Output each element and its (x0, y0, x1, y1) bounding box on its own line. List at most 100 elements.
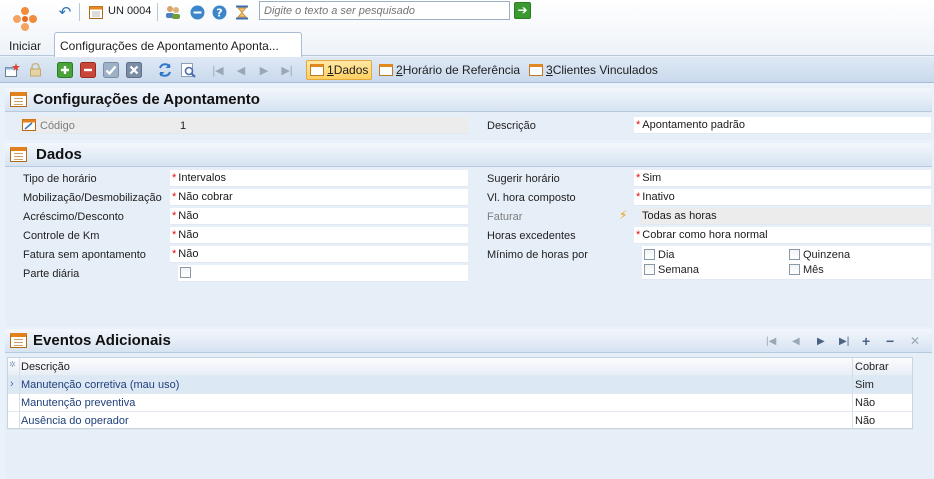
cell-descricao[interactable]: Ausência do operador (21, 415, 129, 427)
column-separator (19, 376, 20, 394)
cell-descricao[interactable]: Manutenção corretiva (mau uso) (21, 379, 179, 391)
document-tab[interactable]: Configurações de Apontamento Aponta... (54, 32, 302, 57)
cancel-icon[interactable] (125, 61, 143, 79)
semana-checkbox[interactable] (644, 264, 655, 275)
grid-last-icon[interactable]: ▶| (839, 336, 849, 347)
grid-remove-icon[interactable]: − (886, 333, 894, 349)
acrescimo-field[interactable]: * Não (170, 208, 468, 225)
descricao-field[interactable]: * Apontamento padrão (634, 117, 931, 134)
quinzena-checkbox[interactable] (789, 249, 800, 260)
edit-grid-icon (22, 119, 36, 131)
horas-excedentes-field[interactable]: * Cobrar como hora normal (634, 227, 931, 244)
remove-icon[interactable] (79, 61, 97, 79)
column-separator (19, 412, 20, 430)
controle-km-label: Controle de Km (23, 230, 100, 242)
faturar-field: Todas as horas (640, 208, 931, 225)
vl-hora-composto-value: Inativo (642, 191, 675, 203)
dia-checkbox[interactable] (644, 249, 655, 260)
column-cobrar[interactable]: Cobrar (855, 361, 889, 373)
cell-cobrar[interactable]: Sim (855, 379, 874, 391)
mobilizacao-value: Não cobrar (178, 191, 233, 203)
grid-cancel-icon[interactable]: ✕ (910, 334, 920, 348)
tipo-horario-label: Tipo de horário (23, 173, 97, 185)
option-label: Dia (658, 249, 675, 261)
last-record-icon[interactable]: ▶| (278, 61, 296, 79)
required-mark: * (636, 119, 641, 131)
table-icon (10, 92, 27, 107)
option-semana[interactable]: Semana (644, 264, 699, 276)
tab-horario-referencia[interactable]: 2 Horário de Referência (376, 60, 523, 80)
minimo-horas-label: Mínimo de horas por (487, 249, 588, 261)
confirm-icon[interactable] (102, 61, 120, 79)
fatura-sem-apontamento-value: Não (178, 248, 199, 260)
tab-label: Horário de Referência (402, 63, 521, 77)
grid-previous-icon[interactable]: ◀ (792, 336, 800, 347)
section-header-configuracoes: Configurações de Apontamento (5, 88, 932, 112)
refresh-icon[interactable] (156, 61, 174, 79)
codigo-label: Código (40, 120, 75, 132)
horas-excedentes-value: Cobrar como hora normal (642, 229, 768, 241)
calendar-icon[interactable] (86, 2, 106, 22)
table-row[interactable]: Ausência do operador Não (8, 412, 912, 430)
option-mes[interactable]: Mês (789, 264, 824, 276)
grid-add-icon[interactable]: + (862, 333, 870, 349)
acrescimo-value: Não (178, 210, 199, 222)
undo-icon[interactable]: ↶ (55, 2, 75, 22)
minimize-window-icon[interactable] (187, 2, 207, 22)
search-input[interactable] (259, 1, 510, 20)
table-icon (310, 64, 324, 76)
table-icon (10, 333, 27, 348)
faturar-value: Todas as horas (642, 210, 717, 222)
current-row-indicator-icon: › (10, 378, 14, 390)
grid-header-row: ✲ Descrição Cobrar (8, 358, 912, 376)
mobilizacao-field[interactable]: * Não cobrar (170, 189, 468, 206)
previous-record-icon[interactable]: ◀ (232, 61, 250, 79)
first-record-icon[interactable]: |◀ (209, 61, 227, 79)
record-toolbar: |◀ ◀ ▶ ▶| 1 Dados 2 Horário de Referênci… (0, 57, 934, 83)
parte-diaria-field (178, 265, 468, 282)
tab-label: Dados (333, 63, 369, 77)
required-mark: * (636, 191, 641, 203)
help-icon[interactable]: ? (209, 2, 229, 22)
column-separator (852, 394, 853, 412)
vl-hora-composto-field[interactable]: * Inativo (634, 189, 931, 206)
cell-cobrar[interactable]: Não (855, 415, 875, 427)
controle-km-field[interactable]: * Não (170, 227, 468, 244)
table-row[interactable]: › Manutenção corretiva (mau uso) Sim (8, 376, 912, 394)
tab-clientes-vinculados[interactable]: 3 Clientes Vinculados (526, 60, 661, 80)
grid-first-icon[interactable]: |◀ (766, 336, 776, 347)
users-icon[interactable] (163, 2, 183, 22)
option-dia[interactable]: Dia (644, 249, 675, 261)
tab-number: 1 (327, 63, 334, 77)
tab-dados[interactable]: 1 Dados (306, 60, 373, 80)
fatura-sem-apontamento-field[interactable]: * Não (170, 246, 468, 263)
table-icon (10, 147, 27, 162)
cell-descricao[interactable]: Manutenção preventiva (21, 397, 135, 409)
unit-label[interactable]: UN 0004 (108, 5, 151, 17)
next-record-icon[interactable]: ▶ (255, 61, 273, 79)
codigo-label-bg (20, 117, 468, 134)
sugerir-horario-field[interactable]: * Sim (634, 170, 931, 187)
add-icon[interactable] (56, 61, 74, 79)
app-logo-icon (13, 7, 37, 31)
svg-text:?: ? (216, 6, 222, 19)
mes-checkbox[interactable] (789, 264, 800, 275)
search-record-icon[interactable] (179, 61, 197, 79)
table-icon (529, 64, 543, 76)
start-button[interactable]: Iniciar (2, 2, 48, 54)
cell-cobrar[interactable]: Não (855, 397, 875, 409)
timer-icon[interactable] (232, 2, 252, 22)
tipo-horario-field[interactable]: * Intervalos (170, 170, 468, 187)
new-window-icon[interactable] (3, 61, 21, 79)
option-label: Quinzena (803, 249, 851, 261)
descricao-value: Apontamento padrão (642, 119, 746, 131)
column-descricao[interactable]: Descrição (21, 361, 70, 373)
search-go-icon[interactable]: ➔ (514, 2, 531, 19)
grid-next-icon[interactable]: ▶ (817, 336, 825, 347)
parte-diaria-checkbox[interactable] (180, 267, 191, 278)
option-quinzena[interactable]: Quinzena (789, 249, 850, 261)
table-row[interactable]: Manutenção preventiva Não (8, 394, 912, 412)
lock-icon[interactable] (26, 61, 44, 79)
horas-excedentes-label: Horas excedentes (487, 230, 576, 242)
row-indicator-icon: ✲ (9, 360, 16, 369)
